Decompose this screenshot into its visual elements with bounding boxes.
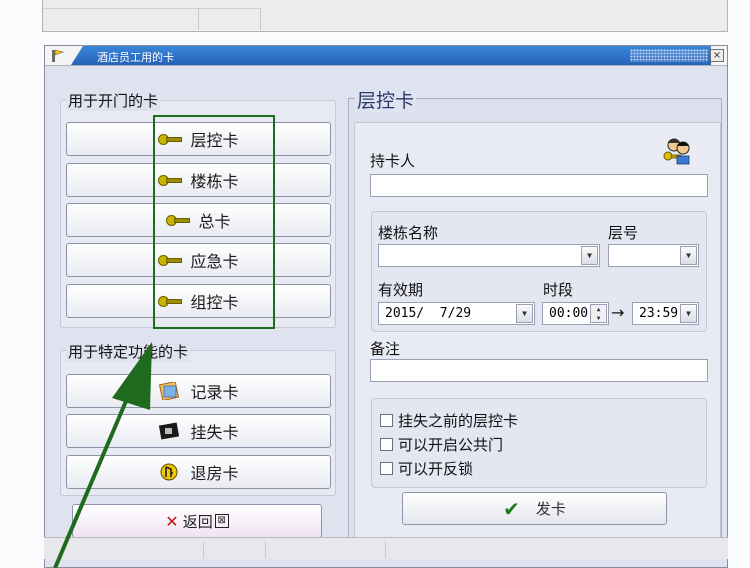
title-pattern [630,49,708,62]
checkout-card-button[interactable]: 退房卡 [66,455,331,489]
background-cell [199,8,261,30]
arrow-icon: → [611,303,625,322]
checkbox[interactable] [380,438,393,451]
return-button[interactable]: ✕ 返回 ⊠ [72,504,322,538]
checkout-icon [160,463,178,481]
floor-number-select[interactable]: ▼ [608,244,699,267]
x-icon: ✕ [165,511,179,531]
option-report-lost-previous[interactable]: 挂失之前的层控卡 [380,410,518,431]
status-cell [48,541,204,558]
option-label: 挂失之前的层控卡 [398,412,519,430]
card-holder-input[interactable] [370,174,708,197]
special-group-title: 用于特定功能的卡 [66,341,191,362]
time-period-label: 时段 [543,281,574,299]
form-title: 层控卡 [355,86,417,113]
report-lost-card-button[interactable]: 挂失卡 [66,414,331,448]
open-door-group-title: 用于开门的卡 [66,90,161,111]
start-time-value: 00:00 [549,306,589,321]
validity-label: 有效期 [378,281,424,299]
chevron-down-icon[interactable]: ▼ [680,304,697,323]
checkmark-icon: ✔ [503,496,520,521]
record-card-label: 记录卡 [190,383,239,402]
status-cell [266,541,386,558]
report-lost-card-label: 挂失卡 [190,423,239,442]
status-bar [44,537,728,559]
card-holder-label: 持卡人 [370,152,416,170]
chevron-down-icon[interactable]: ▼ [516,304,533,323]
validity-date-value: 2015/ 7/29 [385,306,472,321]
card-holder-icon [663,138,690,165]
notes-label: 备注 [370,340,401,358]
background-cell [43,8,199,30]
start-time-input[interactable]: 00:00 ▲ ▼ [542,302,609,325]
floor-number-label: 层号 [608,224,639,242]
record-card-button[interactable]: 记录卡 [66,374,331,408]
app-icon [52,49,65,62]
building-name-label: 楼栋名称 [378,224,439,242]
option-label: 可以开启公共门 [398,436,504,454]
checkbox[interactable] [380,462,393,475]
validity-date-picker[interactable]: 2015/ 7/29 ▼ [378,302,535,325]
chevron-down-icon[interactable]: ▼ [680,246,697,265]
chevron-down-icon[interactable]: ▼ [581,246,598,265]
return-label: 返回 [182,512,213,531]
checkbox[interactable] [380,414,393,427]
option-open-deadlock[interactable]: 可以开反锁 [380,458,473,479]
end-time-value: 23:59 [639,306,679,321]
issue-card-button[interactable]: ✔ 发卡 [402,492,667,525]
building-name-select[interactable]: ▼ [378,244,600,267]
issue-card-label: 发卡 [535,500,566,518]
option-label: 可以开反锁 [398,460,474,478]
chip-card-icon [159,422,180,440]
status-cell [204,541,266,558]
time-spinner[interactable]: ▲ ▼ [590,304,607,323]
record-card-icon [159,382,180,400]
background-window [42,0,728,32]
title-bar[interactable]: 酒店员工用的卡 × [45,46,727,66]
close-box-icon: ⊠ [214,514,229,528]
close-icon[interactable]: × [710,49,724,62]
end-time-input[interactable]: 23:59 ▼ [632,302,699,325]
notes-input[interactable] [370,359,708,382]
option-open-public-doors[interactable]: 可以开启公共门 [380,434,503,455]
window-title: 酒店员工用的卡 [97,51,174,64]
checkout-card-label: 退房卡 [190,464,239,483]
annotation-highlight-box [153,115,275,329]
